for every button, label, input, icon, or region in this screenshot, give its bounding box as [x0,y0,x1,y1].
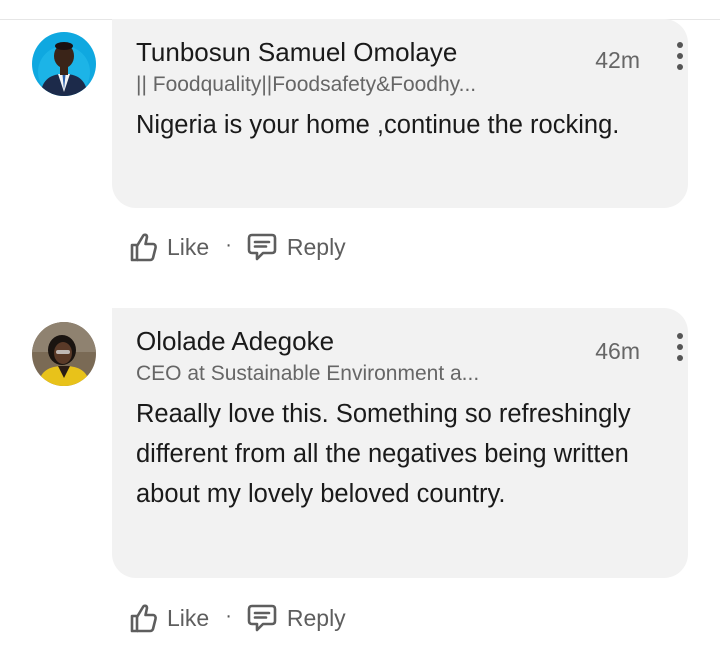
reply-label: Reply [286,604,346,631]
comment-author[interactable]: Ololade Adegoke [136,324,664,358]
comment-author[interactable]: Tunbosun Samuel Omolaye [136,35,664,69]
comment-text: Reaally love this. Something so refreshi… [136,400,631,508]
thumbs-up-icon [130,604,157,633]
comment-text: Nigeria is your home ,continue the rocki… [136,111,620,139]
reply-icon [247,233,277,261]
like-button[interactable]: Like [128,602,209,634]
comment-actions: Like · Reply [128,598,346,638]
like-label: Like [167,604,210,631]
avatar[interactable] [32,32,96,96]
comment-timestamp: 46m [595,338,640,364]
avatar-photo [32,322,96,386]
author-headline: CEO at Sustainable Environment a... [136,362,480,385]
comment-actions: Like · Reply [128,227,346,267]
thumbs-up-icon [130,233,157,262]
avatar[interactable] [32,322,96,386]
action-separator: · [225,604,232,627]
like-button[interactable]: Like [128,231,209,263]
reply-button[interactable]: Reply [246,231,346,263]
reply-button[interactable]: Reply [246,602,346,634]
more-options-icon[interactable] [674,40,686,72]
more-options-icon[interactable] [674,331,686,363]
reply-label: Reply [286,233,346,260]
action-separator: · [225,233,232,256]
author-headline: || Foodquality||Foodsafety&Foodhy... [136,73,477,96]
like-label: Like [167,233,210,260]
avatar-photo [32,32,96,96]
comment-timestamp: 42m [595,47,640,73]
reply-icon [247,604,277,632]
